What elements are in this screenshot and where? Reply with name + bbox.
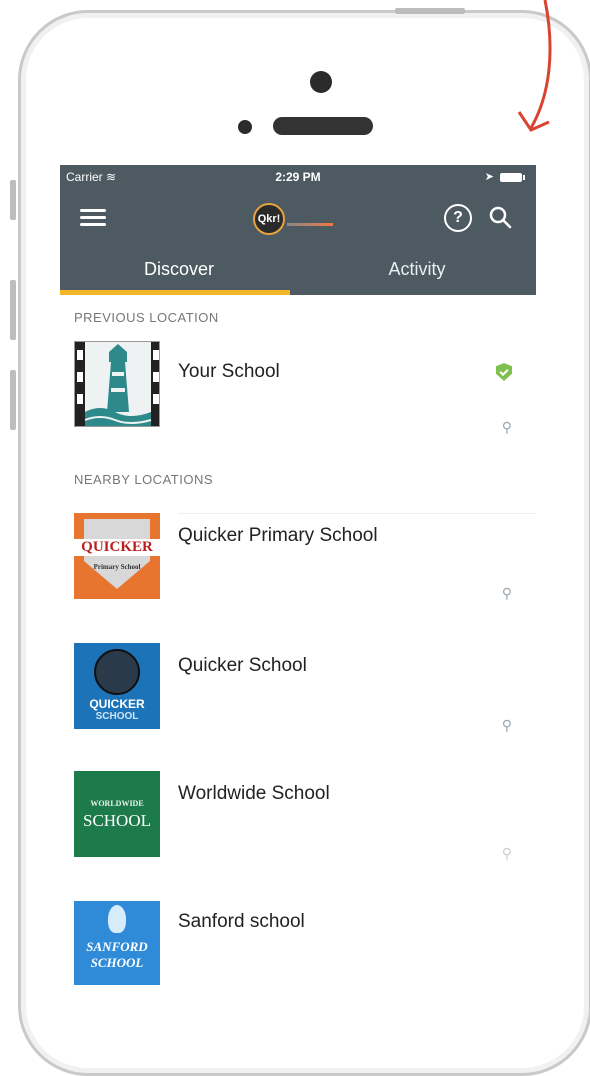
battery-icon (500, 173, 525, 182)
school-logo-sanford: SANFORD SCHOOL (74, 901, 160, 985)
location-pin-icon[interactable]: ⚲ (502, 845, 512, 862)
logo-text: WORLDWIDE (90, 799, 144, 808)
row-divider (178, 513, 536, 514)
tab-bar: Discover Activity (60, 249, 536, 295)
verified-shield-icon (496, 363, 512, 381)
clock: 2:29 PM (275, 170, 321, 184)
previous-location-heading: PREVIOUS LOCATION (74, 310, 219, 325)
logo-text: QUICKER (89, 697, 145, 711)
power-button (395, 8, 465, 14)
school-logo-lighthouse (74, 341, 160, 427)
location-name: Worldwide School (178, 783, 330, 804)
proximity-sensor (238, 120, 252, 134)
logo-subtext: Primary School (93, 563, 141, 571)
school-logo-quicker-school: QUICKER SCHOOL (74, 643, 160, 729)
active-tab-indicator (60, 290, 290, 295)
location-pin-icon[interactable]: ⚲ (502, 585, 512, 602)
tab-activity[interactable]: Activity (298, 249, 536, 295)
location-name: Quicker Primary School (178, 525, 378, 546)
school-logo-quicker-primary: QUICKER Primary School (74, 513, 160, 599)
mute-switch (10, 180, 16, 220)
logo-badge: Qkr! (253, 203, 285, 235)
logo-stripe (287, 223, 333, 226)
help-icon[interactable]: ? (444, 204, 472, 232)
app-header: Carrier ≋ 2:29 PM ➤ Qkr! ? Discover Acti… (60, 165, 536, 295)
list-item-quicker-school[interactable]: QUICKER SCHOOL Quicker School ⚲ (60, 643, 536, 743)
location-pin-icon[interactable]: ⚲ (502, 419, 512, 436)
search-icon[interactable] (488, 205, 512, 229)
location-pin-icon[interactable]: ⚲ (502, 717, 512, 734)
annotation-arrow-icon (517, 0, 552, 132)
location-name: Your School (178, 361, 280, 382)
logo-text: SANFORD (86, 939, 148, 954)
volume-down-button (10, 370, 16, 430)
logo-subtext: SCHOOL (82, 811, 151, 830)
navigation-bar: Qkr! ? (60, 189, 536, 249)
volume-up-button (10, 280, 16, 340)
front-camera (310, 71, 332, 93)
nearby-locations-heading: NEARBY LOCATIONS (74, 472, 213, 487)
list-item-quicker-primary-school[interactable]: QUICKER Primary School Quicker Primary S… (60, 513, 536, 613)
location-name: Quicker School (178, 655, 307, 676)
app-screen: Carrier ≋ 2:29 PM ➤ Qkr! ? Discover Acti… (60, 165, 536, 995)
tab-discover[interactable]: Discover (60, 249, 298, 295)
location-name: Sanford school (178, 911, 305, 932)
list-item-sanford-school[interactable]: SANFORD SCHOOL Sanford school (60, 901, 536, 995)
app-logo: Qkr! (253, 203, 348, 237)
menu-icon[interactable] (80, 207, 106, 229)
location-arrow-icon: ➤ (484, 171, 494, 183)
list-item-your-school[interactable]: Your School ⚲ (60, 341, 536, 441)
school-logo-worldwide: WORLDWIDE SCHOOL (74, 771, 160, 857)
logo-subtext: SCHOOL (90, 955, 144, 970)
status-bar: Carrier ≋ 2:29 PM ➤ (60, 165, 536, 189)
list-item-worldwide-school[interactable]: WORLDWIDE SCHOOL Worldwide School ⚲ (60, 771, 536, 871)
logo-subtext: SCHOOL (95, 711, 139, 722)
earpiece-speaker (273, 117, 373, 135)
logo-text: QUICKER (74, 539, 160, 556)
